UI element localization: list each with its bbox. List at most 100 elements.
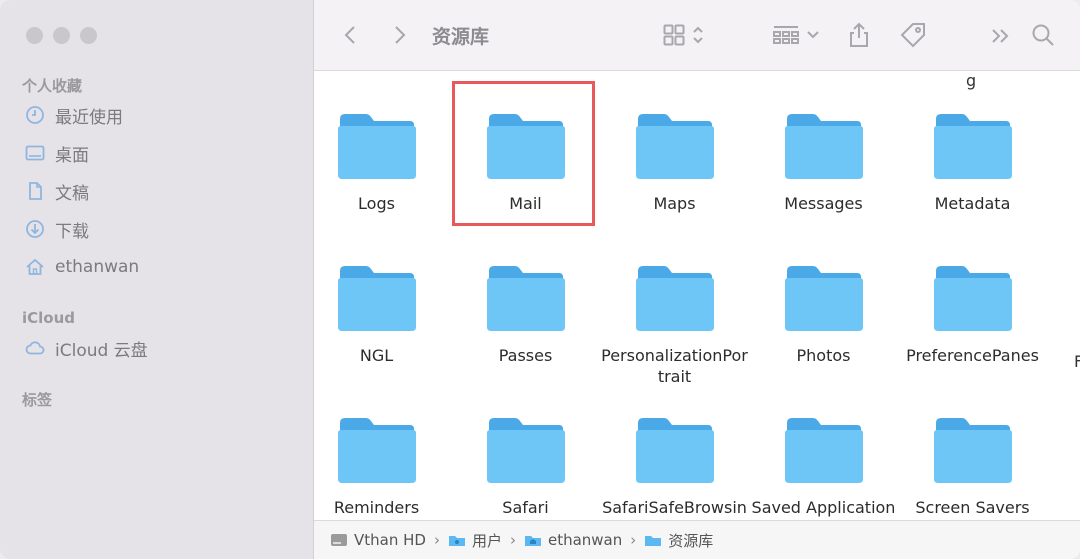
folder-item[interactable]: SafariSafeBrowsin [600, 413, 749, 518]
document-icon [24, 180, 46, 202]
folder-icon [933, 418, 1012, 483]
minimize-button[interactable] [53, 27, 70, 44]
folder-icon [486, 114, 565, 179]
folder-label: Logs [358, 194, 395, 213]
sidebar-item-desktop[interactable]: 桌面 [24, 140, 89, 166]
folder-item[interactable]: Safari [451, 413, 600, 518]
chevron-down-icon [807, 31, 819, 39]
path-crumb-library[interactable]: 资源库 [644, 530, 713, 551]
window-title: 资源库 [432, 26, 490, 48]
folder-item[interactable]: Passes [451, 261, 600, 366]
folder-label: Saved Application [751, 498, 896, 517]
search-icon [1032, 24, 1054, 46]
desktop-icon [24, 142, 46, 164]
file-grid: g Logs Mail Maps Messages Metadata NGL Passes P… [314, 71, 1080, 521]
path-separator: › [509, 531, 516, 549]
folder-item[interactable]: Logs [314, 109, 451, 214]
folder-label: Screen Savers [915, 498, 1030, 517]
folder-label: SafariSafeBrowsin [602, 498, 747, 517]
sidebar-item-home[interactable]: ethanwan [24, 254, 139, 280]
folder-item[interactable]: PersonalizationPortrait [600, 261, 749, 387]
more-toolbar-button[interactable] [988, 24, 1012, 48]
folder-icon [635, 418, 714, 483]
folder-icon [784, 418, 863, 483]
share-icon [850, 22, 868, 47]
finder-window: 个人收藏 最近使用 桌面 文稿 下载 ethanwan iCloud iClou… [0, 0, 1080, 559]
folder-item[interactable]: Mail [451, 109, 600, 214]
cloud-icon [24, 337, 46, 359]
crumb-label: 用户 [471, 531, 502, 550]
double-chevron-right-icon [992, 29, 1009, 43]
sidebar: 个人收藏 最近使用 桌面 文稿 下载 ethanwan iCloud iClou… [0, 0, 314, 559]
partial-label: g [966, 71, 977, 90]
sidebar-item-label: iCloud 云盘 [55, 340, 148, 361]
folder-icon [635, 266, 714, 331]
path-crumb-disk[interactable]: Vthan HD [330, 531, 426, 549]
sidebar-item-label: ethanwan [55, 257, 140, 277]
path-crumb-users[interactable]: 用户 [448, 530, 502, 551]
folder-icon [784, 266, 863, 331]
folder-label: Photos [796, 346, 851, 365]
folder-label: Maps [653, 194, 696, 213]
folder-icon [933, 114, 1012, 179]
tag-button[interactable] [898, 20, 928, 50]
folder-item[interactable]: Screen Savers [898, 413, 1047, 518]
hard-drive-icon [330, 532, 348, 548]
folder-label: Safari [502, 498, 549, 517]
folder-label: Metadata [934, 194, 1011, 213]
view-mode-button[interactable] [660, 22, 708, 48]
folder-label: Reminders [333, 498, 420, 517]
favorites-header: 个人收藏 [22, 77, 83, 95]
tag-icon [900, 23, 925, 48]
sidebar-item-label: 最近使用 [55, 107, 123, 128]
group-button[interactable] [770, 22, 822, 48]
grid-icon [663, 24, 685, 46]
zoom-button[interactable] [80, 27, 97, 44]
partial-label-edge: F [1074, 352, 1080, 371]
folder-item[interactable]: Photos [749, 261, 898, 366]
sidebar-item-icloud-drive[interactable]: iCloud 云盘 [24, 335, 148, 361]
folder-icon [635, 114, 714, 179]
folder-label: PersonalizationPortrait [601, 346, 748, 386]
chevron-left-icon [344, 26, 355, 44]
path-crumb-home[interactable]: ethanwan [524, 531, 622, 549]
folder-icon [933, 266, 1012, 331]
sidebar-item-documents[interactable]: 文稿 [24, 178, 89, 204]
path-bar: Vthan HD › 用户 › ethanwan › 资源库 [314, 520, 1080, 559]
folder-item[interactable]: Metadata [898, 109, 1047, 214]
clock-icon [24, 104, 46, 126]
folder-icon [337, 114, 416, 179]
sidebar-item-recents[interactable]: 最近使用 [24, 102, 123, 128]
folder-item[interactable]: Maps [600, 109, 749, 214]
folder-users-icon [448, 532, 466, 548]
sidebar-item-label: 桌面 [55, 145, 89, 166]
folder-icon [486, 266, 565, 331]
sidebar-item-downloads[interactable]: 下载 [24, 216, 89, 242]
toolbar: 资源库 [314, 0, 1080, 71]
folder-item[interactable]: NGL [314, 261, 451, 366]
forward-button[interactable] [390, 22, 410, 48]
icloud-header: iCloud [22, 309, 76, 327]
folder-item[interactable]: PreferencePanes [898, 261, 1047, 366]
folder-label: Passes [498, 346, 553, 365]
folder-icon [486, 418, 565, 483]
folder-item[interactable]: Messages [749, 109, 898, 214]
close-button[interactable] [26, 27, 43, 44]
folder-label: Messages [784, 194, 863, 213]
search-button[interactable] [1030, 22, 1056, 48]
folder-icon [337, 418, 416, 483]
folder-label: NGL [359, 346, 394, 365]
sidebar-item-label: 下载 [55, 221, 89, 242]
path-separator: › [630, 531, 637, 549]
updown-chevron-icon [693, 26, 703, 44]
back-button[interactable] [340, 22, 360, 48]
folder-item[interactable]: Saved Application [749, 413, 898, 518]
folder-item[interactable]: Reminders [314, 413, 451, 518]
folder-icon [784, 114, 863, 179]
home-icon [24, 256, 46, 278]
crumb-label: Vthan HD [354, 531, 426, 549]
download-icon [24, 218, 46, 240]
share-button[interactable] [846, 20, 872, 50]
folder-icon [337, 266, 416, 331]
window-controls [26, 27, 97, 44]
